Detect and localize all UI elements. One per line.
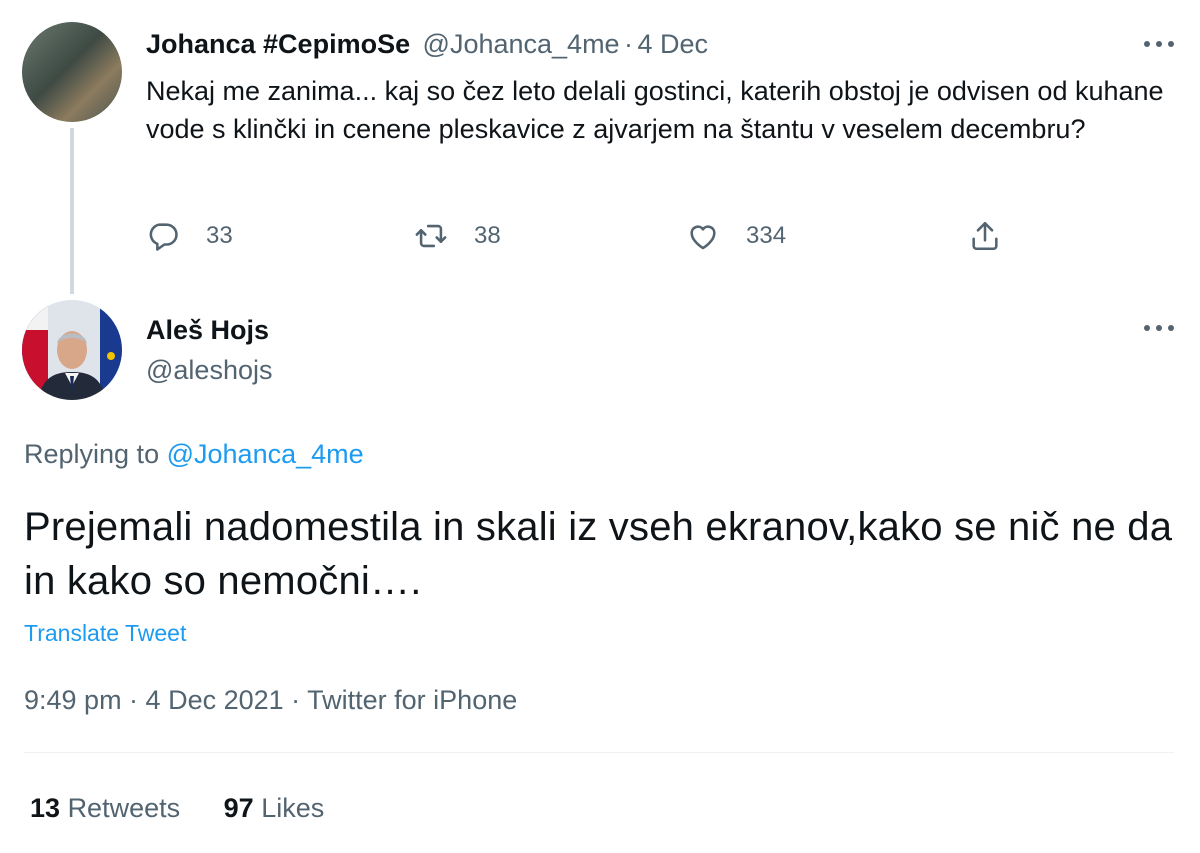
retweet-icon xyxy=(415,224,447,248)
retweet-button[interactable]: 38 xyxy=(414,216,501,256)
replying-prefix: Replying to xyxy=(24,439,160,469)
reply-icon xyxy=(149,223,178,251)
replying-to-line: Replying to @Johanca_4me xyxy=(24,436,364,472)
share-icon xyxy=(972,221,998,251)
reply-button[interactable]: 33 xyxy=(146,216,233,256)
main-author-name[interactable]: Aleš Hojs xyxy=(146,315,269,345)
parent-more-icon[interactable] xyxy=(1144,34,1174,54)
parent-author-avatar[interactable] xyxy=(22,22,122,122)
header-separator: · xyxy=(624,29,634,59)
parent-author-name[interactable]: Johanca #CepimoSe xyxy=(146,29,410,59)
main-author-handle-row: @aleshojs xyxy=(146,352,272,393)
parent-tweet-header: Johanca #CepimoSe @Johanca_4me · 4 Dec xyxy=(146,26,708,67)
main-more-icon[interactable] xyxy=(1144,318,1174,338)
retweets-label: Retweets xyxy=(67,793,181,823)
translate-tweet-link[interactable]: Translate Tweet xyxy=(24,618,186,648)
retweet-count: 38 xyxy=(474,222,501,249)
engagement-stats: 13 Retweets 97 Likes xyxy=(30,790,360,826)
retweets-count: 13 xyxy=(30,793,61,823)
divider xyxy=(24,752,1174,753)
like-count: 334 xyxy=(746,222,787,249)
thread-connector-line xyxy=(70,128,74,294)
likes-count: 97 xyxy=(223,793,254,823)
reply-count: 33 xyxy=(206,222,233,249)
retweets-stat[interactable]: 13 Retweets xyxy=(30,790,180,826)
main-author-name-row: Aleš Hojs xyxy=(146,312,269,353)
tweet-timestamp[interactable]: 9:49 pm · 4 Dec 2021 · Twitter for iPhon… xyxy=(24,682,517,718)
portrait-image xyxy=(22,300,122,400)
parent-tweet-date[interactable]: 4 Dec xyxy=(637,29,708,59)
replying-to-link[interactable]: @Johanca_4me xyxy=(167,439,364,469)
like-button[interactable]: 334 xyxy=(686,216,786,256)
like-icon xyxy=(690,225,716,250)
likes-stat[interactable]: 97 Likes xyxy=(224,790,325,826)
parent-author-handle[interactable]: @Johanca_4me xyxy=(423,29,620,59)
parent-tweet-text: Nekaj me zanima... kaj so čez leto delal… xyxy=(146,76,1164,144)
main-author-handle[interactable]: @aleshojs xyxy=(146,355,272,385)
main-author-avatar[interactable] xyxy=(22,300,122,400)
share-button[interactable] xyxy=(968,216,1002,256)
main-tweet-text: Prejemali nadomestila in skali iz vseh e… xyxy=(24,505,1173,603)
likes-label: Likes xyxy=(261,793,325,823)
